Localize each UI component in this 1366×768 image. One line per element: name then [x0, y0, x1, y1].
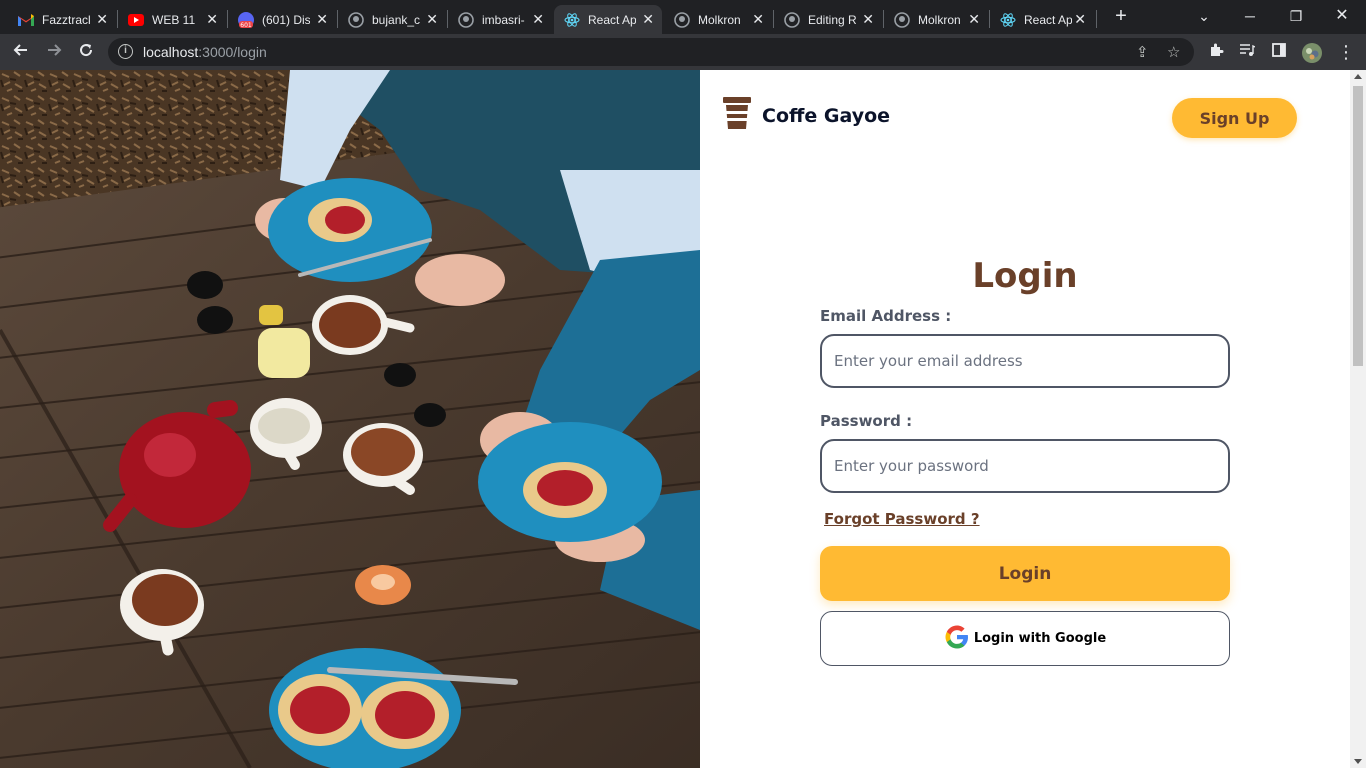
- browser-tab[interactable]: bujank_c ✕: [338, 5, 446, 34]
- email-label: Email Address :: [820, 307, 952, 325]
- forgot-password-link[interactable]: Forgot Password ?: [824, 510, 980, 528]
- tab-title: Fazztrack: [42, 12, 90, 27]
- tab-title: Editing R: [808, 12, 856, 27]
- github-icon: [784, 11, 800, 28]
- close-icon[interactable]: ✕: [426, 10, 438, 28]
- tab-title: Molkron: [918, 12, 961, 27]
- react-icon: [1000, 12, 1016, 28]
- tab-title: WEB 11: [152, 12, 196, 27]
- brand-name: Coffe Gayoe: [762, 104, 891, 127]
- tab-title: bujank_c: [372, 12, 420, 27]
- svg-text:601: 601: [240, 22, 252, 28]
- tab-title: Molkron: [698, 12, 741, 27]
- close-window-button[interactable]: ✕: [1328, 4, 1356, 28]
- browser-tab[interactable]: Editing R ✕: [774, 5, 882, 34]
- profile-avatar[interactable]: [1301, 42, 1322, 63]
- youtube-icon: [128, 12, 144, 28]
- close-icon[interactable]: ✕: [1074, 10, 1086, 28]
- site-info-icon[interactable]: i: [118, 44, 133, 59]
- google-login-button[interactable]: Login with Google: [820, 611, 1230, 666]
- tab-title: React Ap: [1024, 12, 1072, 27]
- close-icon[interactable]: ✕: [316, 10, 328, 28]
- close-icon[interactable]: ✕: [532, 10, 544, 28]
- side-panel-icon[interactable]: [1269, 42, 1289, 62]
- close-icon[interactable]: ✕: [96, 10, 108, 28]
- github-icon: [458, 11, 474, 28]
- tab-title: imbasri-: [482, 12, 525, 27]
- page-title: Login: [972, 256, 1078, 296]
- signup-button[interactable]: Sign Up: [1172, 98, 1297, 138]
- browser-tab[interactable]: WEB 11 ✕: [118, 5, 226, 34]
- minimize-button[interactable]: ─: [1236, 4, 1264, 28]
- browser-tab[interactable]: Fazztrack ✕: [8, 5, 116, 34]
- browser-tab[interactable]: React Ap ✕: [990, 5, 1094, 34]
- scroll-up-icon[interactable]: [1354, 74, 1362, 79]
- browser-tab[interactable]: Molkron ✕: [884, 5, 988, 34]
- tab-title: React Ap: [588, 12, 636, 27]
- password-field[interactable]: [820, 439, 1230, 493]
- browser-tab[interactable]: 601 (601) Dis ✕: [228, 5, 336, 34]
- scrollbar-thumb[interactable]: [1353, 86, 1363, 366]
- url-text: localhost:3000/login: [143, 44, 267, 60]
- forward-button[interactable]: [42, 40, 66, 64]
- close-icon[interactable]: ✕: [642, 10, 654, 28]
- share-icon[interactable]: ⇪: [1136, 43, 1149, 61]
- page-scrollbar[interactable]: [1350, 70, 1366, 768]
- google-login-label: Login with Google: [973, 631, 1107, 646]
- reload-button[interactable]: [74, 40, 98, 64]
- password-label: Password :: [820, 412, 913, 430]
- close-icon[interactable]: ✕: [968, 10, 980, 28]
- brand-logo[interactable]: Coffe Gayoe: [722, 96, 890, 135]
- new-tab-button[interactable]: +: [1110, 5, 1132, 27]
- coffee-cup-icon: [722, 96, 752, 135]
- login-button[interactable]: Login: [820, 546, 1230, 601]
- github-icon: [894, 11, 910, 28]
- browser-tab-active[interactable]: React Ap ✕: [554, 5, 662, 34]
- email-field[interactable]: [820, 334, 1230, 388]
- react-icon: [564, 12, 580, 28]
- browser-tab[interactable]: Molkron ✕: [664, 5, 772, 34]
- browser-tab[interactable]: imbasri- ✕: [448, 5, 552, 34]
- browser-toolbar: i localhost:3000/login ⇪ ☆ ⋮: [0, 34, 1366, 70]
- back-button[interactable]: [9, 40, 33, 64]
- github-icon: [348, 11, 364, 28]
- restore-button[interactable]: ❐: [1282, 4, 1310, 28]
- address-bar[interactable]: i localhost:3000/login ⇪ ☆: [108, 38, 1194, 66]
- discord-icon: 601: [238, 11, 254, 28]
- login-panel: Coffe Gayoe Sign Up Login Email Address …: [700, 70, 1350, 768]
- hero-image: [0, 70, 700, 768]
- close-icon[interactable]: ✕: [206, 10, 218, 28]
- extensions-icon[interactable]: [1206, 42, 1226, 62]
- page-viewport: Coffe Gayoe Sign Up Login Email Address …: [0, 70, 1366, 768]
- tab-title: (601) Dis: [262, 12, 310, 27]
- google-icon: [944, 624, 970, 653]
- close-icon[interactable]: ✕: [862, 10, 874, 28]
- close-icon[interactable]: ✕: [752, 10, 764, 28]
- gmail-icon: [18, 12, 34, 28]
- tab-search-icon[interactable]: ⌄: [1190, 4, 1218, 28]
- media-control-icon[interactable]: [1237, 42, 1257, 62]
- bookmark-star-icon[interactable]: ☆: [1167, 43, 1180, 61]
- browser-tab-bar: Fazztrack ✕ WEB 11 ✕ 601 (601) Dis ✕ buj…: [0, 0, 1366, 34]
- github-icon: [674, 11, 690, 28]
- scroll-down-icon[interactable]: [1354, 759, 1362, 764]
- chrome-menu-icon[interactable]: ⋮: [1336, 42, 1356, 62]
